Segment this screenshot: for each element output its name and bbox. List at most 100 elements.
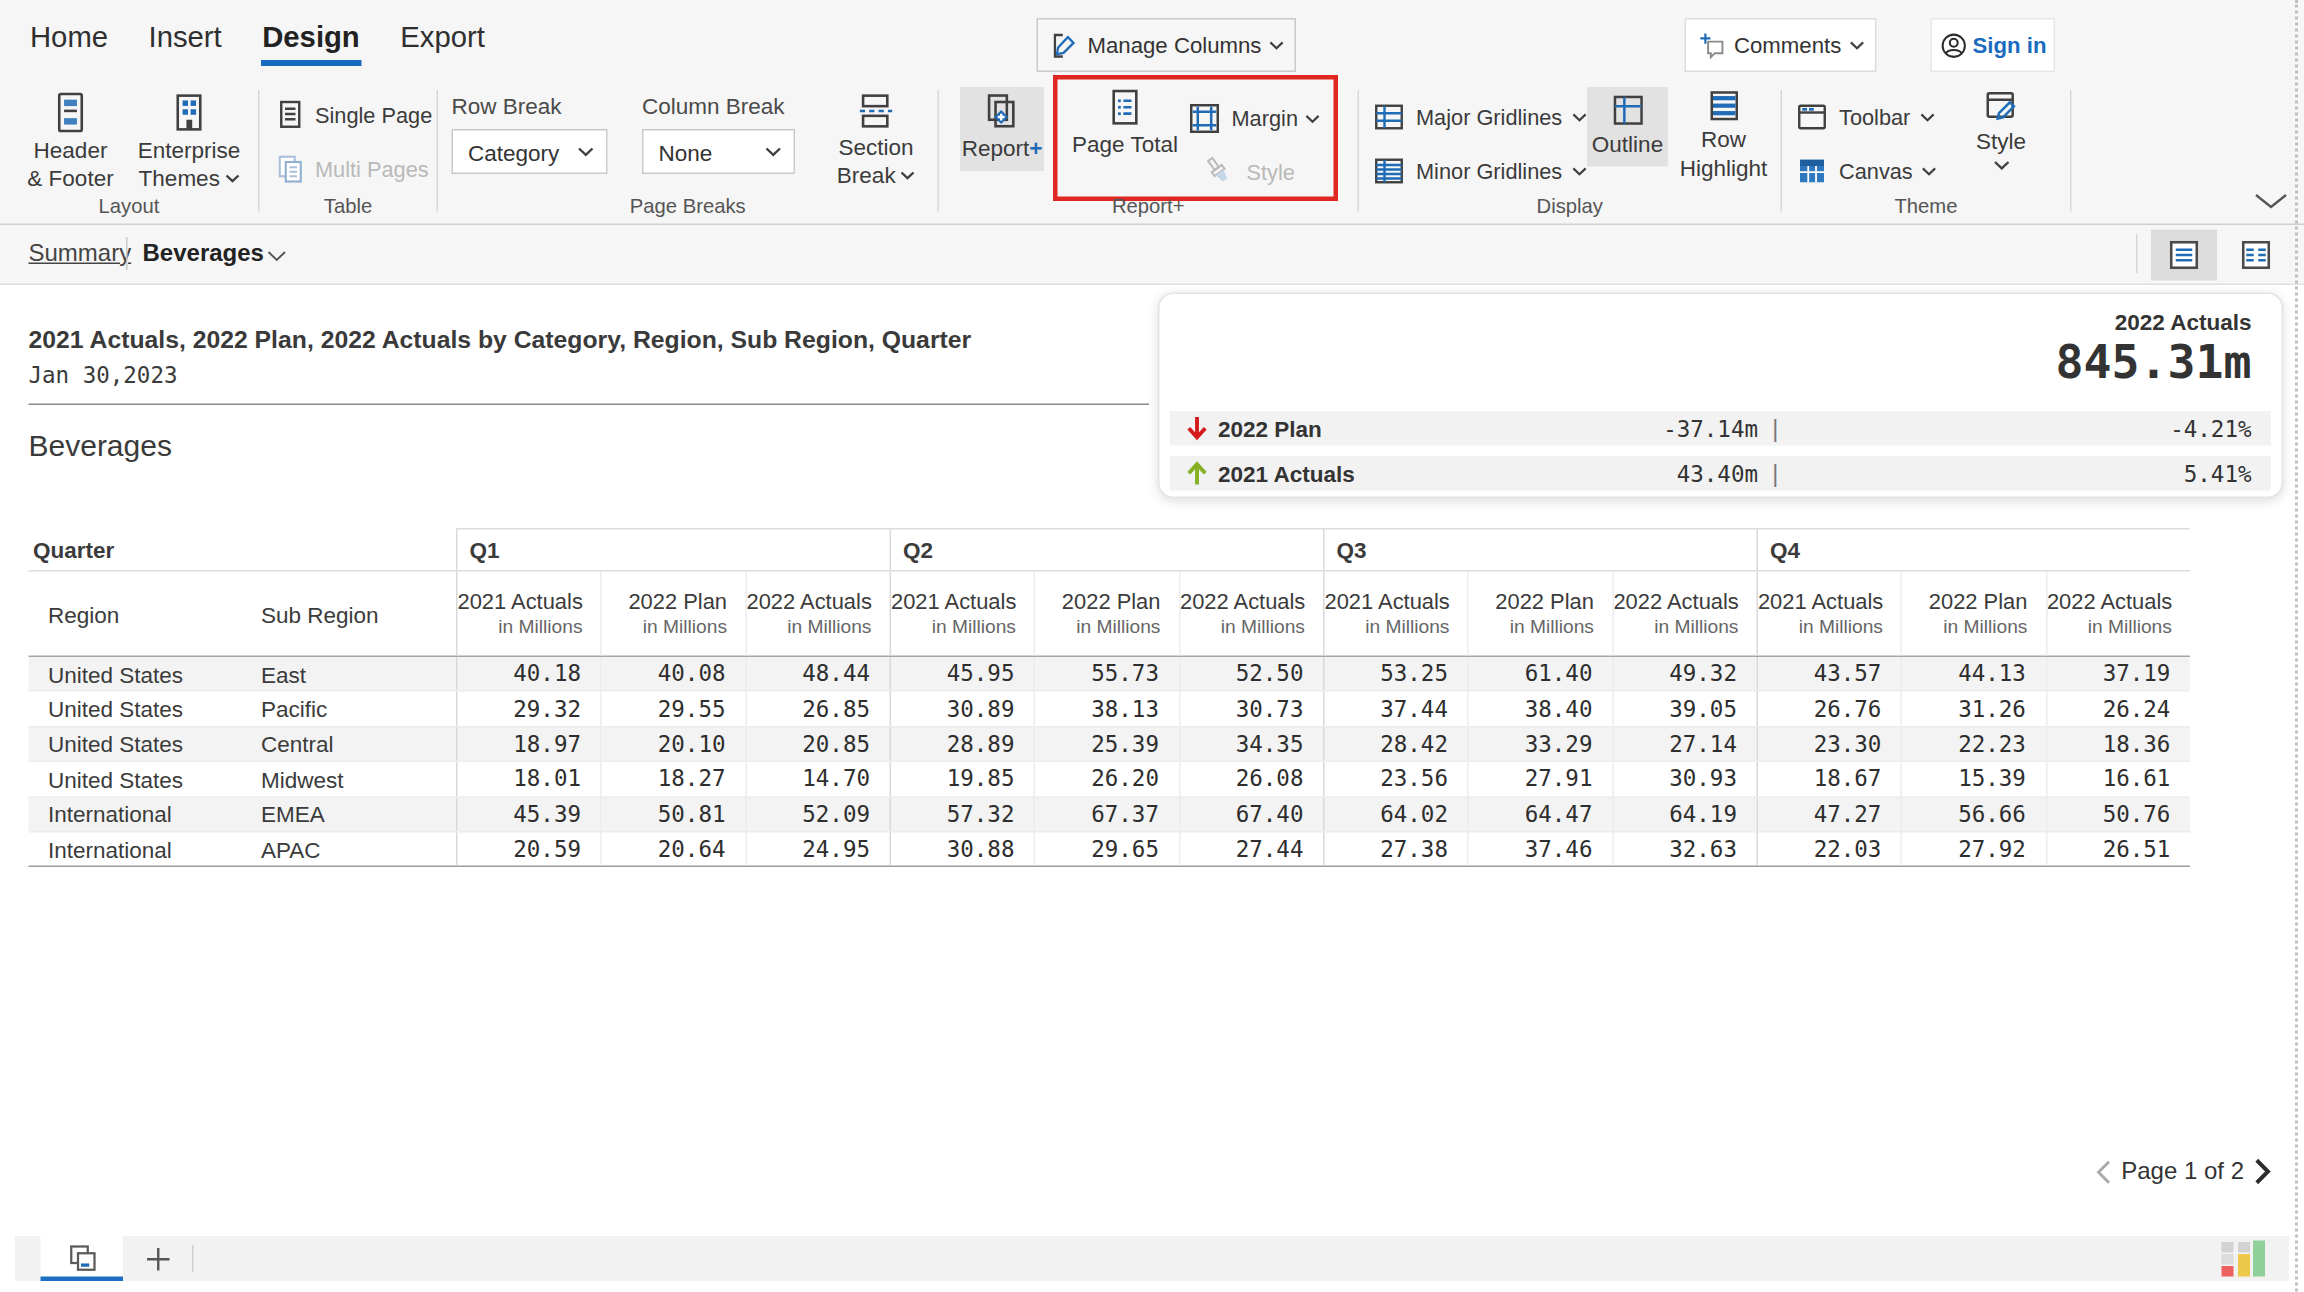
value-cell: 26.85 <box>745 692 889 726</box>
sign-in-button[interactable]: Sign in <box>1931 18 2056 72</box>
group-caption-report-plus: Report+ <box>939 195 1358 218</box>
kpi-row-delta: -37.14m <box>1518 415 1758 442</box>
value-cell: 50.81 <box>600 797 744 831</box>
row-break-value: Category <box>468 139 559 165</box>
tab-insert[interactable]: Insert <box>147 16 223 69</box>
report-plus-button[interactable]: Report+ <box>960 87 1044 171</box>
kpi-row-separator: | <box>1769 415 1783 442</box>
report-canvas: 2021 Actuals, 2022 Plan, 2022 Actuals by… <box>0 285 2304 1236</box>
collapse-ribbon-button[interactable] <box>2253 192 2289 210</box>
single-column-view-button[interactable] <box>2151 230 2217 281</box>
add-page-button[interactable] <box>138 1236 177 1281</box>
region-cell: United States <box>29 657 242 691</box>
row-highlight-button[interactable]: Row Highlight <box>1677 87 1770 182</box>
measure-header: 2022 Actualsin Millions <box>1178 572 1322 656</box>
value-cell: 37.19 <box>2045 657 2189 691</box>
next-page-icon[interactable] <box>2253 1158 2271 1185</box>
tab-design[interactable]: Design <box>261 16 362 69</box>
summary-tab[interactable]: Summary <box>29 240 132 267</box>
outline-button[interactable]: Outline <box>1587 87 1668 167</box>
value-cell: 64.47 <box>1467 797 1611 831</box>
page-tab-active[interactable] <box>41 1236 124 1281</box>
value-cell: 39.05 <box>1612 692 1756 726</box>
value-cell: 45.39 <box>456 797 600 831</box>
quarter-header-q2: Q2 <box>890 528 1324 570</box>
comments-button[interactable]: Comments <box>1685 18 1876 72</box>
sub-region-cell: APAC <box>242 832 457 866</box>
quarter-header-q1: Q1 <box>456 528 890 570</box>
single-page-button[interactable]: Single Page <box>275 99 433 131</box>
region-cell: United States <box>29 727 242 761</box>
chevron-down-icon <box>1993 161 2010 172</box>
value-cell: 14.70 <box>745 762 889 796</box>
value-cell: 22.03 <box>1756 832 1900 866</box>
row-highlight-label2: Highlight <box>1680 153 1768 182</box>
kpi-value: 845.31m <box>2056 335 2252 389</box>
value-cell: 20.59 <box>456 832 600 866</box>
minor-gridlines-button[interactable]: Minor Gridlines <box>1371 153 1586 189</box>
table-row: United StatesMidwest18.0118.2714.7019.85… <box>29 761 2191 796</box>
value-cell: 30.73 <box>1178 692 1322 726</box>
style-theme-button[interactable]: Style <box>1959 87 2043 171</box>
kpi-row-separator: | <box>1769 460 1783 487</box>
major-gridlines-icon <box>1371 99 1407 135</box>
value-cell: 40.18 <box>456 657 600 691</box>
chevron-down-icon <box>1571 166 1586 177</box>
margin-button[interactable]: Margin <box>1185 99 1320 138</box>
value-cell: 19.85 <box>889 762 1033 796</box>
single-page-label: Single Page <box>315 103 432 127</box>
manage-columns-button[interactable]: Manage Columns <box>1037 18 1296 72</box>
chevron-down-icon[interactable] <box>267 251 287 263</box>
toolbar-icon <box>1794 99 1830 135</box>
table-row: InternationalAPAC20.5920.6424.9530.8829.… <box>29 831 2191 868</box>
two-column-view-button[interactable] <box>2223 230 2289 281</box>
app-logo <box>2222 1241 2276 1277</box>
report-date: Jan 30,2023 <box>29 362 178 389</box>
column-break-select[interactable]: None <box>642 129 795 174</box>
row-break-select[interactable]: Category <box>452 129 608 174</box>
measure-header: 2021 Actualsin Millions <box>456 572 600 656</box>
tab-home[interactable]: Home <box>29 16 110 69</box>
page-total-button[interactable]: Page Total <box>1068 87 1182 158</box>
value-cell: 26.24 <box>2045 692 2189 726</box>
row-break-label: Row Break <box>452 93 562 119</box>
value-cell: 49.32 <box>1612 657 1756 691</box>
measure-header: 2021 Actualsin Millions <box>889 572 1033 656</box>
report-title: 2021 Actuals, 2022 Plan, 2022 Actuals by… <box>29 326 972 355</box>
value-cell: 23.56 <box>1323 762 1467 796</box>
multi-pages-button[interactable]: Multi Pages <box>275 153 429 185</box>
style-theme-icon <box>1982 87 2021 126</box>
canvas-theme-button[interactable]: Canvas <box>1794 153 1937 189</box>
table-row: United StatesCentral18.9720.1020.8528.89… <box>29 726 2191 761</box>
view-divider <box>2136 234 2138 273</box>
major-gridlines-button[interactable]: Major Gridlines <box>1371 99 1586 135</box>
sheet-tabs-bar: Summary Beverages <box>0 225 2304 285</box>
value-cell: 67.40 <box>1178 797 1322 831</box>
value-cell: 26.76 <box>1756 692 1900 726</box>
chevron-down-icon <box>1269 40 1284 51</box>
chevron-down-icon <box>224 173 239 182</box>
report-plus-label: Report+ <box>962 134 1043 163</box>
value-cell: 56.66 <box>1901 797 2045 831</box>
value-cell: 32.63 <box>1612 832 1756 866</box>
header-footer-button[interactable]: Header & Footer <box>15 90 126 192</box>
group-caption-theme: Theme <box>1782 195 2070 218</box>
section-break-button[interactable]: Section Break <box>825 90 927 189</box>
tab-export[interactable]: Export <box>399 16 487 69</box>
quarter-header-q4: Q4 <box>1757 528 2191 570</box>
ribbon-group-layout: Header & Footer Enterprise Themes Layout <box>0 84 258 224</box>
pages-icon <box>65 1242 98 1275</box>
beverages-tab[interactable]: Beverages <box>143 240 264 267</box>
enterprise-themes-button[interactable]: Enterprise Themes <box>129 90 249 192</box>
value-cell: 57.32 <box>889 797 1033 831</box>
chevron-down-icon <box>1305 113 1320 124</box>
value-cell: 18.01 <box>456 762 600 796</box>
style-button-disabled[interactable]: Style <box>1200 153 1295 191</box>
value-cell: 27.38 <box>1323 832 1467 866</box>
toolbar-theme-button[interactable]: Toolbar <box>1794 99 1934 135</box>
value-cell: 20.64 <box>600 832 744 866</box>
kpi-row-percent: 5.41% <box>1782 460 2271 487</box>
value-cell: 20.10 <box>600 727 744 761</box>
section-label: Beverages <box>29 429 172 464</box>
previous-page-icon[interactable] <box>2096 1159 2113 1185</box>
